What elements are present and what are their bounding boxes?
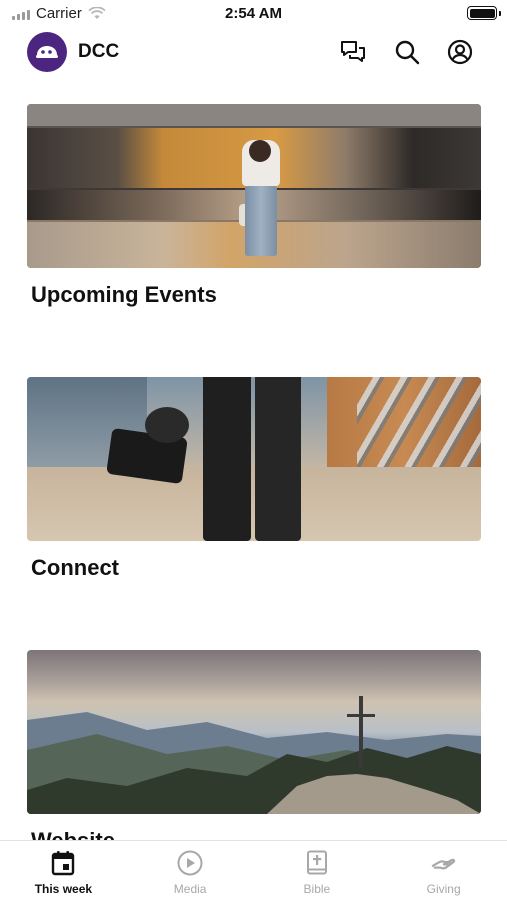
card-website[interactable]: Website [27,650,481,854]
tab-label: This week [34,882,93,896]
giving-hand-icon [431,850,457,876]
chat-icon[interactable] [339,38,367,66]
tab-giving[interactable]: Giving [380,841,507,900]
tab-bible[interactable]: Bible [254,841,381,900]
card-image [27,650,481,814]
app-logo[interactable] [27,32,67,72]
play-icon [177,850,203,876]
status-time: 2:54 AM [225,5,282,22]
battery-icon [467,6,501,20]
calendar-icon [50,850,76,876]
tab-label: Giving [426,882,461,896]
app-header: DCC [0,30,507,76]
card-title: Upcoming Events [31,282,217,307]
logo-icon [36,46,58,58]
card-connect[interactable]: Connect [27,377,481,581]
bottom-tab-bar: This week Media Bible Giving [0,840,507,900]
search-icon[interactable] [393,38,421,66]
tab-this-week[interactable]: This week [0,841,127,900]
tab-label: Bible [303,882,331,896]
card-title: Connect [31,555,119,580]
bible-icon [304,850,330,876]
app-title: DCC [78,41,120,62]
card-upcoming-events[interactable]: Upcoming Events [27,104,481,308]
card-image [27,104,481,268]
tab-media[interactable]: Media [127,841,254,900]
tab-label: Media [173,882,207,896]
card-image [27,377,481,541]
status-bar: Carrier 2:54 AM [0,0,507,28]
account-icon[interactable] [446,38,474,66]
